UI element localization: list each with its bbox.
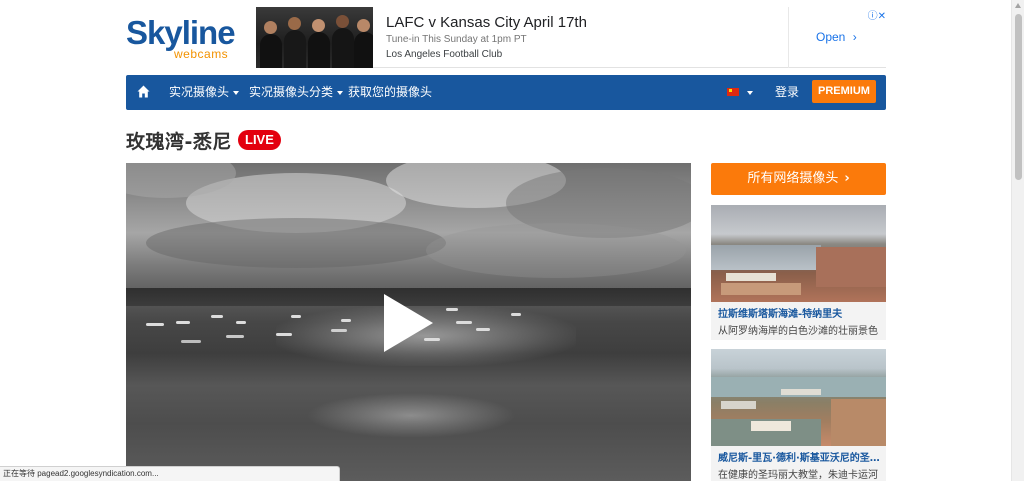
nav-get-your-cam[interactable]: 获取您的摄像头 (348, 75, 432, 110)
ad-advertiser: Los Angeles Football Club (386, 49, 503, 60)
ad-open-label: Open (816, 30, 846, 44)
logo-subtext: webcams (174, 47, 229, 61)
china-flag-icon[interactable] (727, 88, 739, 96)
webcam-card-description: 在健康的圣玛丽大教堂，朱迪卡运河 (718, 470, 878, 481)
page-scrollbar[interactable] (1011, 0, 1024, 481)
main-navbar: 实况摄像头 实况摄像头分类 获取您的摄像头 登录 PREMIUM (126, 75, 886, 110)
ad-title[interactable]: LAFC v Kansas City April 17th (386, 14, 587, 31)
ad-close-icon[interactable]: ⓘ✕ (868, 7, 886, 22)
nav-live-cams-dropdown[interactable]: 实况摄像头 (169, 75, 240, 110)
live-badge: LIVE (238, 130, 281, 150)
scroll-up-icon[interactable] (1015, 3, 1021, 8)
ad-open-button[interactable]: Open › (816, 30, 857, 44)
all-webcams-label: 所有网络摄像头 (747, 171, 839, 186)
home-icon[interactable] (137, 85, 150, 98)
caret-down-icon (337, 90, 344, 95)
login-link[interactable]: 登录 (775, 75, 799, 110)
nav-categories-dropdown[interactable]: 实况摄像头分类 (249, 75, 344, 110)
webcam-card-title[interactable]: 威尼斯-里瓦·德利·斯基亚沃尼的圣… (711, 446, 886, 464)
ad-divider (788, 7, 789, 68)
webcam-card-description: 从阿罗纳海岸的白色沙滩的壮丽景色 (718, 326, 878, 337)
ad-image[interactable] (256, 7, 373, 68)
webcam-card[interactable]: 威尼斯-里瓦·德利·斯基亚沃尼的圣… 在健康的圣玛丽大教堂，朱迪卡运河 (711, 349, 886, 481)
webcam-video-player[interactable] (126, 163, 691, 481)
webcam-thumbnail[interactable] (711, 205, 886, 302)
ad-subtitle: Tune-in This Sunday at 1pm PT (386, 34, 527, 45)
scrollbar-thumb[interactable] (1015, 14, 1022, 180)
caret-down-icon (233, 90, 240, 95)
play-icon[interactable] (384, 294, 433, 352)
chevron-right-icon: › (844, 171, 850, 186)
all-webcams-button[interactable]: 所有网络摄像头 › (711, 163, 886, 195)
logo-wordmark: Skyline (126, 14, 236, 51)
chevron-right-icon: › (852, 30, 857, 44)
webcam-thumbnail[interactable] (711, 349, 886, 446)
browser-status-bar: 正在等待 pagead2.googlesyndication.com... (0, 466, 340, 481)
webcam-card[interactable]: 拉斯维斯塔斯海滩-特纳里夫 从阿罗纳海岸的白色沙滩的壮丽景色 (711, 205, 886, 340)
ad-banner[interactable]: LAFC v Kansas City April 17th Tune-in Th… (256, 7, 886, 68)
nav-live-cams-label: 实况摄像头 (169, 85, 230, 99)
page-title: 玫瑰湾-悉尼 (126, 131, 232, 153)
site-logo[interactable]: Skyline webcams (126, 16, 246, 62)
nav-categories-label: 实况摄像头分类 (249, 85, 334, 99)
webcam-card-title[interactable]: 拉斯维斯塔斯海滩-特纳里夫 (711, 302, 886, 320)
language-caret-icon[interactable] (747, 91, 753, 95)
premium-button[interactable]: PREMIUM (812, 80, 876, 103)
